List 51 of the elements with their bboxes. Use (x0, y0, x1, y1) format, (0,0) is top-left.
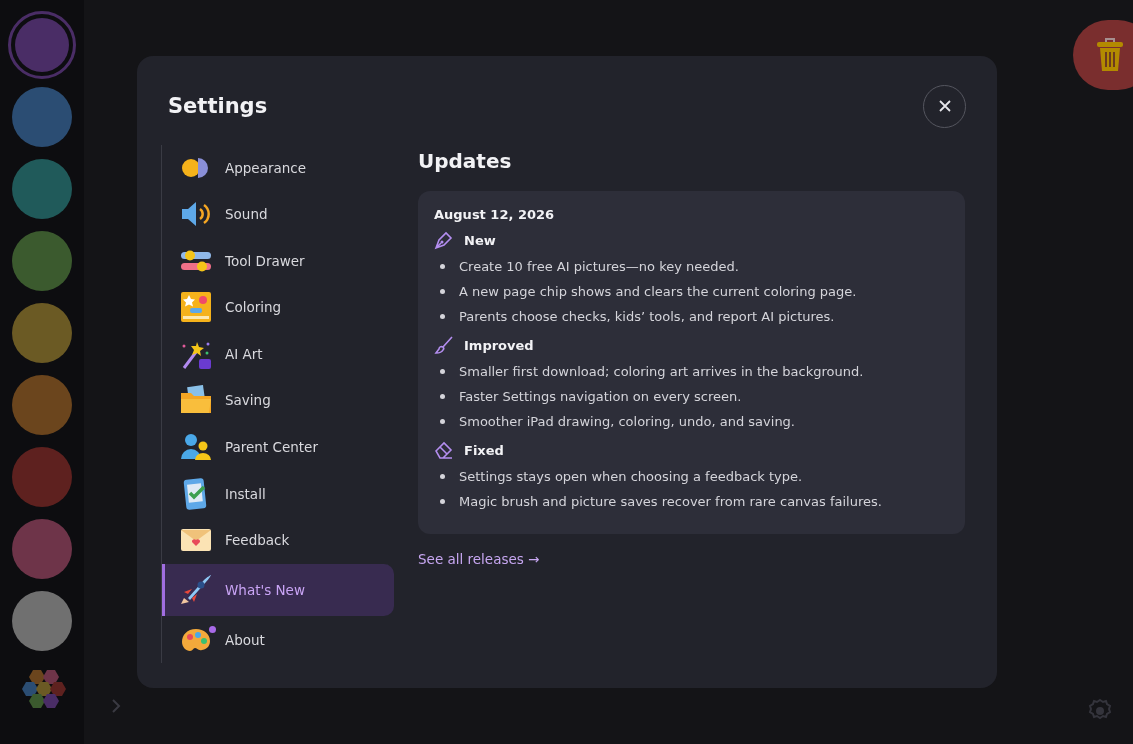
chevron-icon[interactable] (111, 698, 121, 714)
nav-item[interactable]: Tool Drawer (162, 238, 394, 284)
palette-icon (180, 627, 212, 654)
pen-icon (434, 230, 454, 250)
bullet-icon (440, 369, 445, 374)
close-icon (938, 100, 951, 112)
nav-item[interactable]: Coloring (162, 284, 394, 330)
envelope-icon (180, 528, 212, 553)
color-swatch[interactable] (8, 11, 76, 79)
release-date: August 12, 2026 (434, 207, 556, 222)
trash-icon (1095, 37, 1125, 73)
bullet-icon (440, 264, 445, 269)
nav-item[interactable]: Sound (162, 191, 394, 237)
trash-button[interactable] (1073, 20, 1133, 90)
nav-item[interactable]: Feedback (162, 517, 394, 563)
section-title: Improved (464, 337, 534, 353)
rocket-icon (180, 574, 212, 607)
bullet-icon (440, 499, 445, 504)
release-note: Create 10 free AI pictures—no key needed. (459, 259, 739, 274)
bullet-icon (440, 419, 445, 424)
release-note: Settings stays open when choosing a feedback type. (459, 469, 803, 484)
section-title: New (464, 232, 496, 248)
people-icon (180, 433, 212, 462)
section-title: Fixed (464, 442, 504, 458)
nav-item[interactable]: About (162, 617, 394, 663)
nav-item[interactable]: Install (162, 471, 394, 517)
release-note: Smaller first download; coloring art arrives in the background. (459, 364, 864, 379)
sliders-icon (180, 248, 212, 273)
bullet-icon (440, 289, 445, 294)
nav-item[interactable]: Saving (162, 377, 394, 423)
nav-item[interactable]: What's New (162, 564, 394, 617)
bullet-icon (440, 314, 445, 319)
release-note: Magic brush and picture saves recover from rare canvas failures. (459, 494, 882, 509)
dialog-title: Settings (168, 94, 268, 118)
release-note: Smoother iPad drawing, coloring, undo, and saving. (459, 414, 795, 429)
nav-item[interactable]: Parent Center (162, 424, 394, 470)
section-heading: Updates (418, 149, 513, 173)
picture-icon (180, 291, 212, 324)
bullet-icon (440, 474, 445, 479)
release-note: A new page chip shows and clears the current coloring page. (459, 284, 857, 299)
releases-link[interactable]: See all releases → (418, 551, 540, 567)
brush-icon (434, 335, 454, 355)
phone-icon (183, 477, 209, 510)
bullet-icon (440, 394, 445, 399)
release-note: Faster Settings navigation on every screen. (459, 389, 742, 404)
release-note: Parents choose checks, kids’ tools, and report AI pictures. (459, 309, 835, 324)
speaker-icon (180, 200, 212, 229)
eraser-icon (434, 440, 454, 460)
folder-icon (180, 385, 212, 416)
nav-item[interactable]: Appearance (162, 145, 394, 190)
nav-item[interactable]: AI Art (162, 331, 394, 377)
